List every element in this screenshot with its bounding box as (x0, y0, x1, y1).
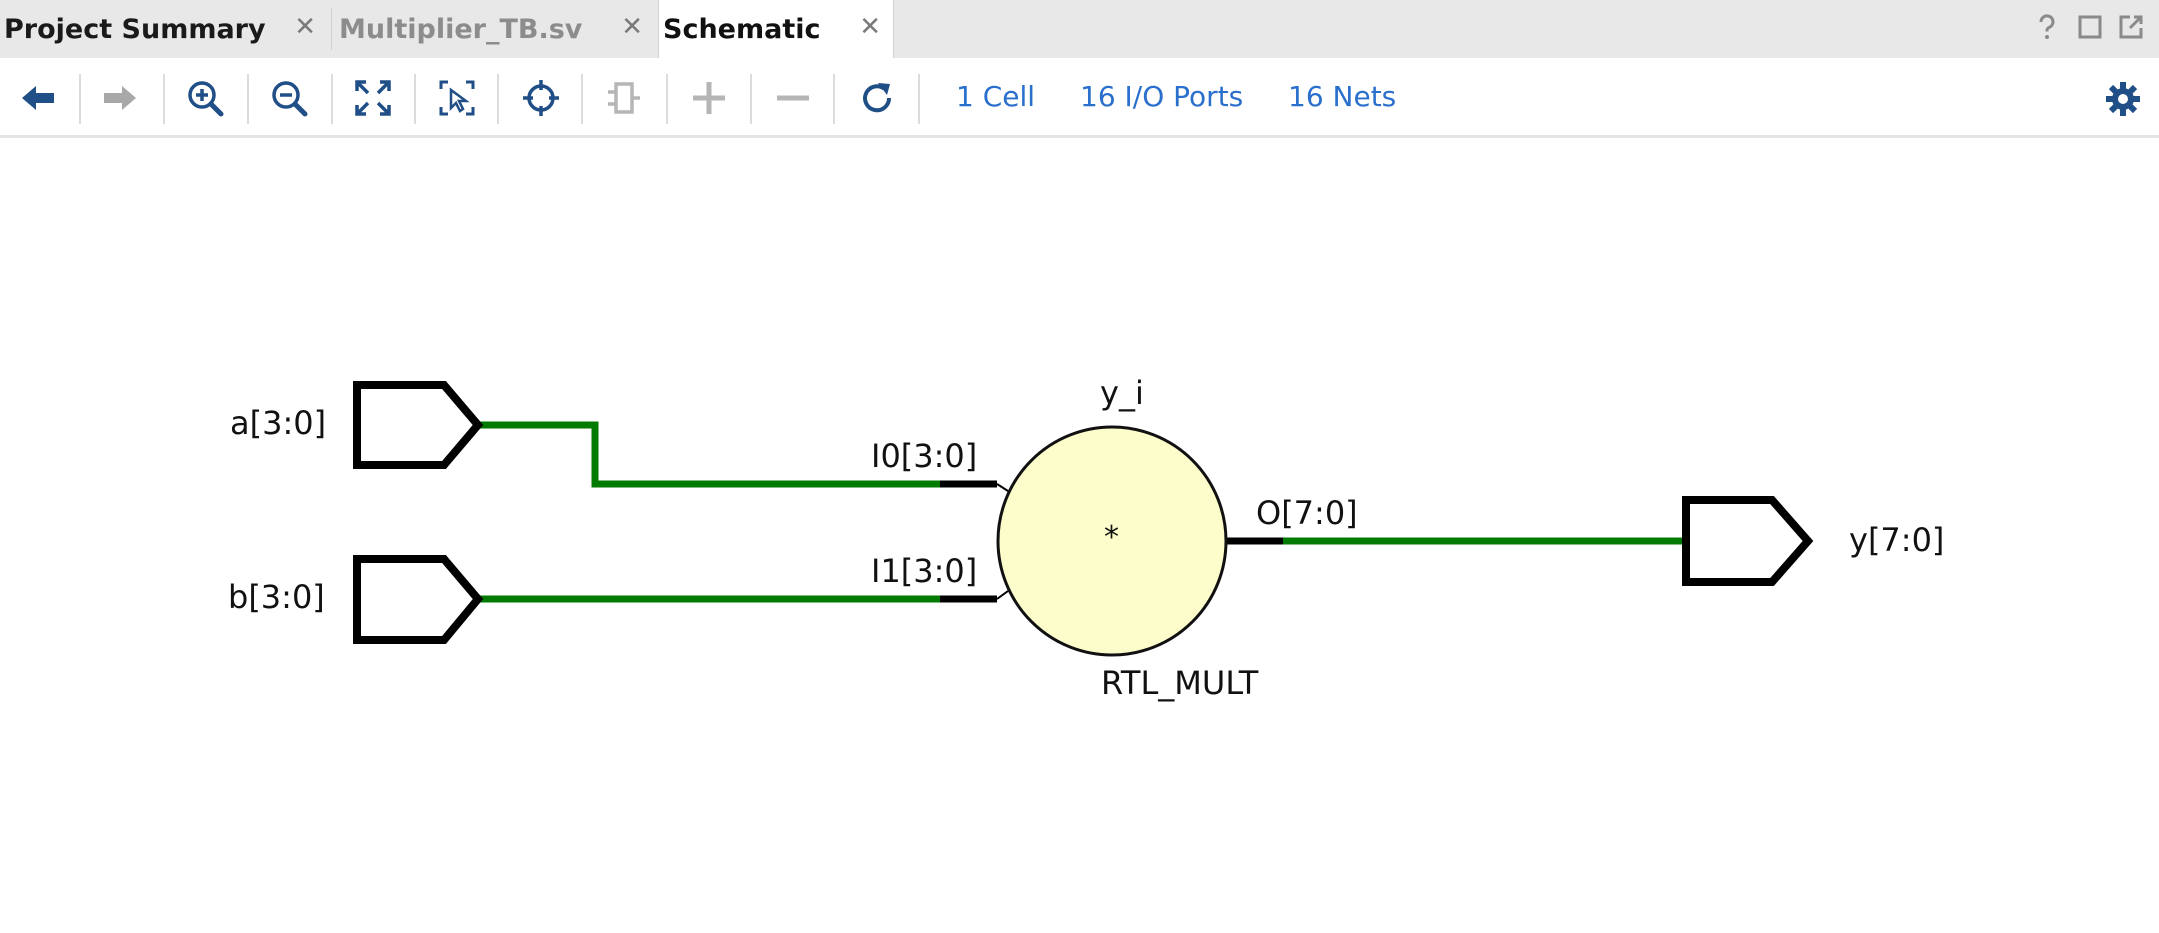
toolbar-divider (163, 74, 165, 124)
toolbar-divider (247, 74, 249, 124)
expand-icon[interactable] (689, 78, 729, 118)
zoom-in-icon[interactable] (185, 78, 225, 118)
schematic-drawing (353, 381, 1814, 657)
back-arrow-icon[interactable] (18, 78, 58, 118)
input-port-b[interactable] (353, 555, 484, 644)
editor-tab-bar: Project Summary ✕ Multiplier_TB.sv ✕ Sch… (0, 0, 2159, 59)
schematic-toolbar: 1 Cell 16 I/O Ports 16 Nets (0, 58, 2159, 138)
zoom-selection-icon[interactable] (437, 78, 477, 118)
port-label-a: a[3:0] (230, 404, 327, 442)
toolbar-divider (331, 74, 333, 124)
tab-divider (331, 8, 332, 50)
output-port-y[interactable] (1682, 496, 1814, 586)
pin-label-o: O[7:0] (1256, 494, 1358, 532)
pin-i0-connector (996, 483, 1009, 492)
pin-i1-connector (996, 590, 1009, 600)
toolbar-divider (497, 74, 499, 124)
toolbar-divider (833, 74, 835, 124)
tab-schematic[interactable]: Schematic ✕ (658, 0, 894, 59)
io-ports-link[interactable]: 16 I/O Ports (1080, 80, 1243, 113)
tab-multiplier-tb[interactable]: Multiplier_TB.sv ✕ (335, 0, 655, 58)
toolbar-divider (581, 74, 583, 124)
contract-icon[interactable] (773, 78, 813, 118)
pin-label-i1: I1[3:0] (871, 552, 978, 590)
tab-label: Multiplier_TB.sv (339, 13, 583, 45)
input-port-a[interactable] (353, 381, 484, 469)
cell-count-link[interactable]: 1 Cell (956, 80, 1035, 113)
tab-label: Project Summary (4, 13, 266, 45)
toolbar-divider (666, 74, 668, 124)
forward-arrow-icon[interactable] (100, 78, 140, 118)
nets-link[interactable]: 16 Nets (1288, 80, 1396, 113)
toolbar-divider (414, 74, 416, 124)
float-icon[interactable] (2116, 12, 2146, 42)
port-label-b: b[3:0] (228, 578, 325, 616)
help-icon[interactable] (2032, 12, 2062, 42)
collapse-cell-icon[interactable] (604, 78, 644, 118)
fit-view-icon[interactable] (353, 78, 393, 118)
cell-instance-name: y_i (1100, 374, 1144, 412)
schematic-canvas[interactable]: a[3:0] b[3:0] y[7:0] y_i RTL_MULT * I0[3… (0, 141, 2159, 933)
toolbar-divider (79, 74, 81, 124)
toolbar-divider (750, 74, 752, 124)
close-icon[interactable]: ✕ (859, 12, 881, 42)
settings-gear-icon[interactable] (2103, 79, 2143, 119)
refresh-icon[interactable] (857, 78, 897, 118)
close-icon[interactable]: ✕ (294, 12, 316, 42)
maximize-icon[interactable] (2075, 12, 2105, 42)
port-label-y: y[7:0] (1849, 521, 1945, 559)
autofit-selection-icon[interactable] (521, 78, 561, 118)
zoom-out-icon[interactable] (269, 78, 309, 118)
toolbar-divider (918, 74, 920, 124)
cell-symbol: * (1104, 520, 1119, 555)
tab-project-summary[interactable]: Project Summary ✕ (0, 0, 328, 58)
tab-label: Schematic (663, 14, 821, 45)
pin-label-i0: I0[3:0] (871, 437, 978, 475)
cell-type-label: RTL_MULT (1101, 664, 1259, 702)
close-icon[interactable]: ✕ (621, 12, 643, 42)
